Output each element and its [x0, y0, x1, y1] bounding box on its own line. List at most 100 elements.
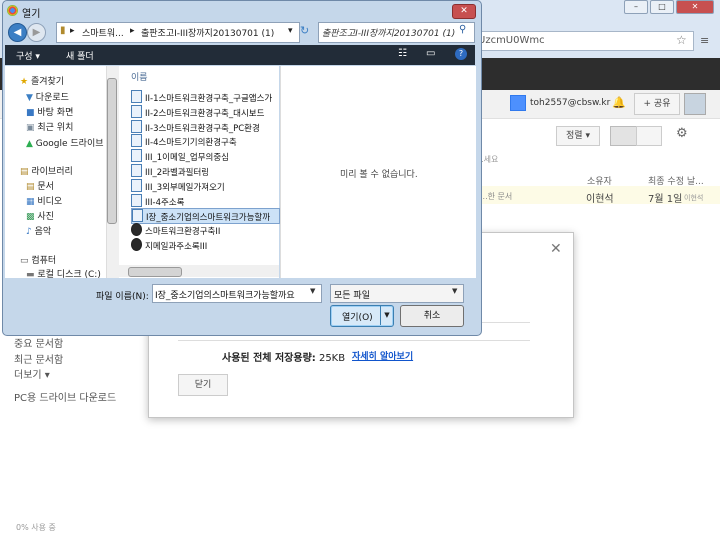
avatar[interactable] — [684, 93, 706, 115]
close-button[interactable]: 닫기 — [178, 374, 228, 396]
nav-item[interactable]: ▩ 사진 — [26, 209, 54, 222]
breadcrumb[interactable]: 스마트워... — [82, 26, 124, 39]
chrome-menu-icon[interactable]: ≡ — [700, 34, 709, 47]
file-name: III-4주소록 — [145, 197, 185, 208]
file-name: II-3스마트워크환경구축_PC환경 — [145, 123, 260, 134]
refresh-icon[interactable]: ↻ — [300, 24, 309, 37]
nav-item[interactable]: ★ 즐겨찾기 — [20, 74, 64, 87]
list-item[interactable]: 지메일과주소록III — [131, 238, 278, 252]
nav-item[interactable]: ▤ 문서 — [26, 179, 54, 192]
nav-item-label: 사진 — [37, 212, 54, 222]
breadcrumb-separator[interactable]: ▸ — [70, 26, 75, 36]
sidebar-item-more[interactable]: 더보기 ▾ — [14, 366, 50, 381]
bookmark-star-icon[interactable]: ☆ — [676, 33, 687, 47]
share-label: 공유 — [653, 99, 671, 109]
grid-view-button[interactable] — [636, 126, 662, 146]
list-item[interactable]: II-2스마트워크환경구축_대시보드 — [131, 104, 278, 119]
preview-message: 미리 볼 수 없습니다. — [340, 170, 418, 180]
nav-scrollbar-thumb[interactable] — [107, 78, 117, 224]
cancel-button[interactable]: 취소 — [400, 305, 464, 327]
sort-button[interactable]: 정렬 ▾ — [556, 126, 600, 146]
nav-item[interactable]: ■ 바탕 화면 — [26, 105, 73, 118]
maximize-button[interactable]: □ — [650, 0, 674, 14]
open-dropdown-icon[interactable]: ▼ — [380, 305, 393, 325]
list-item[interactable]: 스마트워크환경구축II — [131, 223, 278, 237]
breadcrumb[interactable]: 출판조고I-III장까지20130701 (1) — [141, 26, 274, 39]
help-icon[interactable]: ? — [455, 48, 467, 60]
file-name: I장_중소기업의스마트워크가능할까 — [146, 213, 271, 224]
create-button[interactable] — [510, 95, 526, 111]
search-icon[interactable]: ⚲ — [459, 24, 466, 35]
nav-item-label: 즐겨찾기 — [30, 77, 65, 87]
chevron-down-icon[interactable]: ▼ — [452, 287, 457, 295]
storage-usage-text: 사용된 전체 저장용량: 25KB — [222, 349, 345, 364]
row-modified-by: 이현석 — [684, 194, 704, 202]
file-scrollbar-thumb[interactable] — [128, 267, 182, 277]
sort-label: 정렬 — [566, 131, 583, 141]
document-file-icon — [132, 209, 143, 223]
documents-icon: ▤ — [26, 182, 38, 192]
file-name: 스마트워크환경구축II — [145, 227, 221, 238]
back-icon[interactable]: ◀ — [8, 23, 27, 42]
list-item[interactable]: III_2라벨과필터링 — [131, 164, 278, 178]
folder-icon: ▮ — [60, 25, 66, 36]
close-icon[interactable]: ✕ — [550, 241, 562, 257]
nav-item[interactable]: ▬ 로컬 디스크 (C:) — [26, 267, 101, 280]
gear-icon[interactable]: ⚙ — [676, 126, 688, 141]
learn-more-link[interactable]: 자세히 알아보기 — [352, 349, 413, 362]
filetype-value: 모든 파일 — [334, 291, 370, 301]
preview-pane-icon[interactable]: ▭ — [426, 48, 435, 59]
document-file-icon — [131, 178, 142, 192]
sidebar-item-download-pc[interactable]: PC용 드라이브 다운로드 — [14, 389, 116, 404]
nav-item-label: 바탕 화면 — [37, 108, 74, 118]
star-icon: ★ — [20, 77, 31, 87]
nav-item[interactable]: ▤ 라이브러리 — [20, 164, 73, 177]
path-dropdown-icon[interactable]: ▾ — [288, 26, 293, 36]
document-file-icon — [131, 164, 142, 177]
account-email[interactable]: toh2557@cbsw.kr — [530, 98, 610, 108]
nav-item[interactable]: ▣ 최근 위치 — [26, 120, 73, 133]
list-item[interactable]: II-4스마트기기의환경구축 — [131, 134, 278, 148]
divider — [178, 340, 530, 341]
list-item[interactable]: II-1스마트워크환경구축_구글앱스가 — [131, 90, 278, 104]
music-icon: ♪ — [26, 227, 35, 237]
nav-item-label: 음악 — [34, 227, 52, 237]
nav-item[interactable]: ♪ 음악 — [26, 224, 51, 237]
list-view-button[interactable] — [610, 126, 638, 146]
filename-value: I장_중소기업의스마트워크가능할까요 — [155, 291, 295, 301]
list-item[interactable]: III_1이메일_업무의중심 — [131, 149, 278, 163]
column-name[interactable]: 이름 — [131, 70, 148, 83]
document-file-icon — [131, 90, 142, 103]
file-name: 지메일과주소록III — [145, 242, 208, 252]
list-item[interactable]: III-4주소록 — [131, 193, 278, 208]
nav-item[interactable]: ▲ Google 드라이브 — [26, 136, 104, 149]
nav-item-label: 라이브러리 — [31, 167, 73, 177]
share-button[interactable]: + 공유 — [634, 93, 680, 115]
document-file-icon — [131, 193, 142, 207]
nav-item-label: 컴퓨터 — [31, 256, 57, 266]
forward-icon[interactable]: ▶ — [27, 23, 46, 42]
nav-item[interactable]: ▭ 컴퓨터 — [20, 253, 56, 266]
new-folder-button[interactable]: 새 폴더 — [66, 49, 94, 62]
close-window-button[interactable]: ✕ — [676, 0, 714, 14]
nav-item-label: 비디오 — [37, 197, 63, 207]
chevron-down-icon[interactable]: ▼ — [310, 287, 315, 295]
row-type: ...한 문서 — [480, 192, 513, 201]
view-options-icon[interactable]: ☷ — [398, 48, 407, 59]
filename-label: 파일 이름(N): — [96, 292, 149, 302]
nav-item-label: 로컬 디스크 (C:) — [37, 270, 101, 280]
document-file-icon — [131, 149, 142, 163]
organize-button[interactable]: 구성 ▾ — [16, 49, 40, 62]
nav-item[interactable]: ▦ 비디오 — [26, 194, 62, 207]
minimize-button[interactable]: – — [624, 0, 648, 14]
notification-bell-icon[interactable]: 🔔 — [612, 96, 626, 109]
document-file-icon — [131, 134, 142, 148]
dialog-close-button[interactable]: ✕ — [452, 4, 476, 19]
nav-item[interactable]: ▼ 다운로드 — [26, 90, 69, 103]
sidebar-item-starred[interactable]: 중요 문서함 — [14, 335, 63, 350]
breadcrumb-separator[interactable]: ▸ — [130, 26, 135, 36]
list-item[interactable]: I장_중소기업의스마트워크가능할까 — [131, 208, 280, 225]
sidebar-item-recent[interactable]: 최근 문서함 — [14, 351, 63, 366]
list-item[interactable]: III_3외부메일가져오기 — [131, 178, 278, 193]
list-item[interactable]: II-3스마트워크환경구축_PC환경 — [131, 119, 278, 134]
